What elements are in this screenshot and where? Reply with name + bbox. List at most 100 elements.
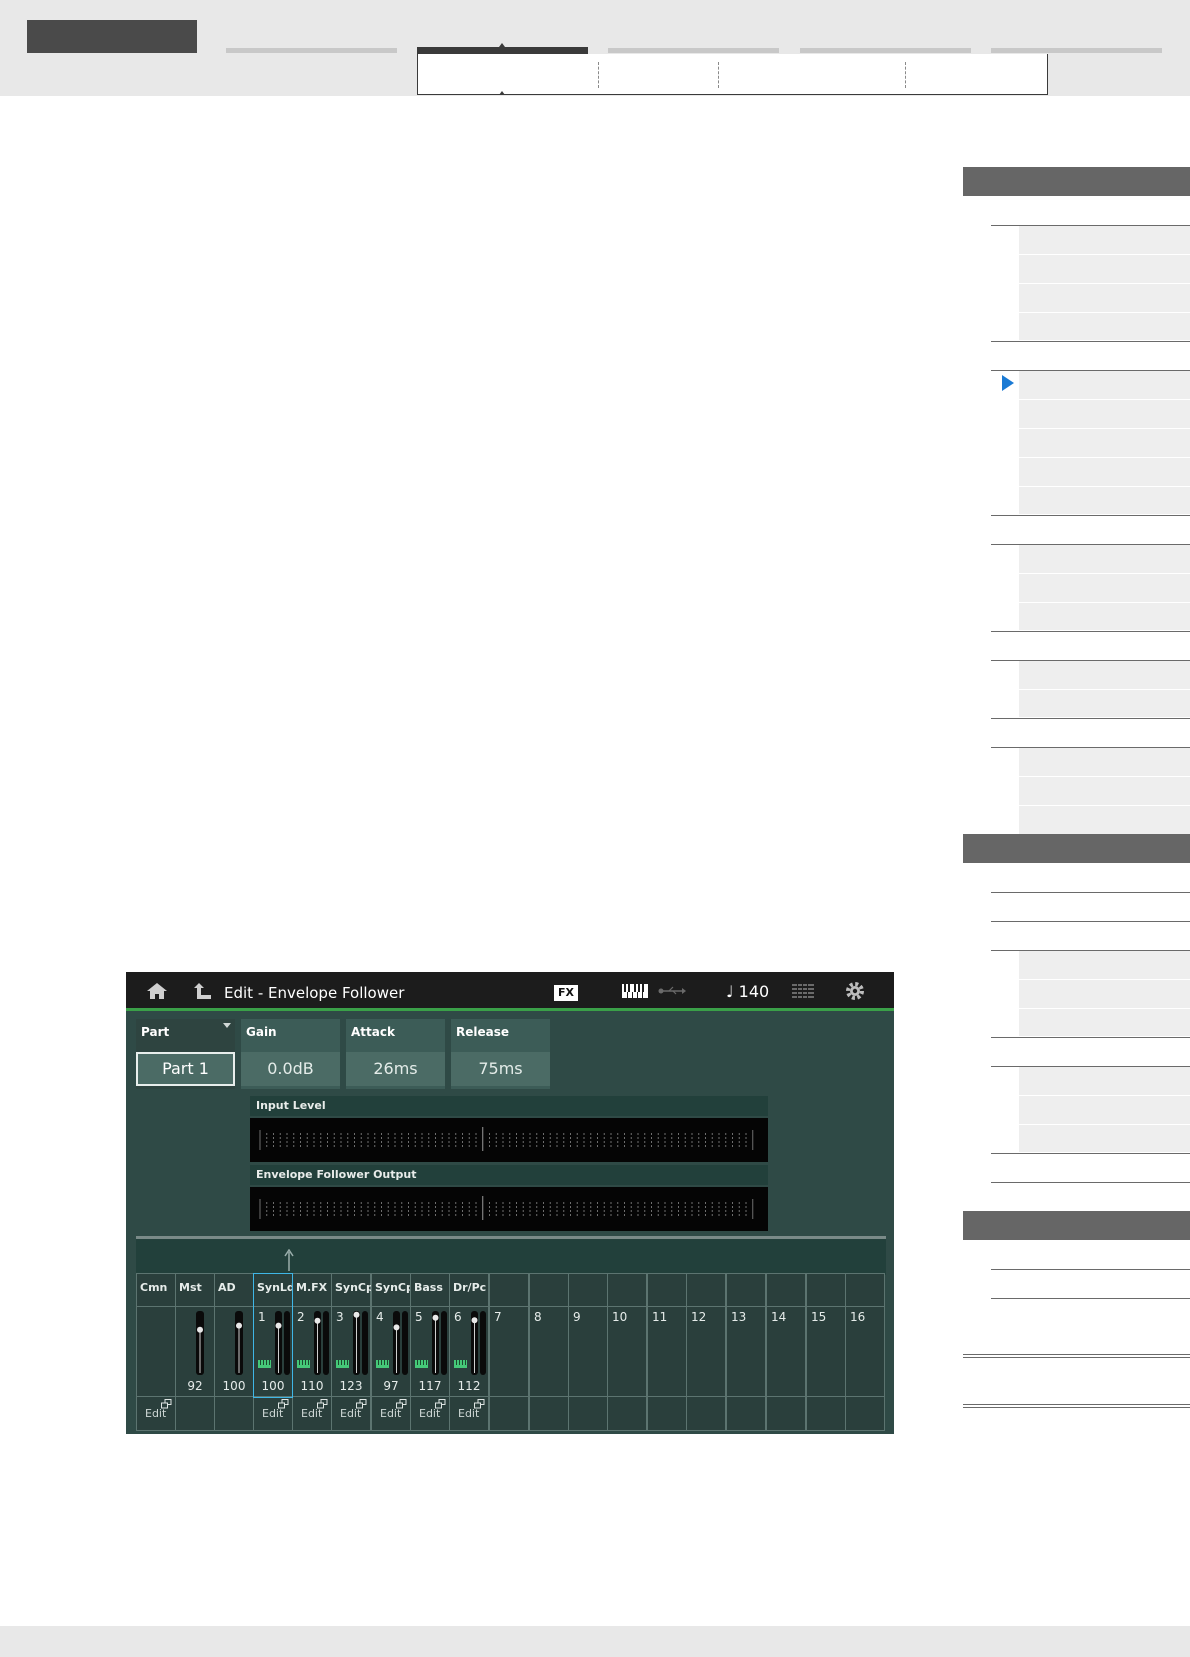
- grid-icon[interactable]: [792, 984, 814, 998]
- mixer-fader-cell[interactable]: 9: [568, 1306, 608, 1397]
- sidebar-subitem[interactable]: [1019, 1096, 1190, 1125]
- sidebar-subitem[interactable]: [1019, 313, 1190, 341]
- mixer-edit-cell[interactable]: Edit: [136, 1396, 176, 1431]
- sidebar-subitem[interactable]: [1019, 748, 1190, 777]
- sidebar-item[interactable]: [991, 631, 1190, 632]
- sidebar-subitem[interactable]: [1019, 429, 1190, 458]
- sidebar-item[interactable]: [991, 1153, 1190, 1154]
- sidebar-subitem[interactable]: [1019, 255, 1190, 284]
- gain-parameter[interactable]: Gain 0.0dB: [241, 1019, 340, 1089]
- mixer-label-cell[interactable]: SynCp: [331, 1273, 374, 1307]
- sidebar-subitem[interactable]: [1019, 951, 1190, 980]
- mixer-label-cell[interactable]: Cmn: [136, 1273, 176, 1307]
- sidebar-item[interactable]: [991, 1182, 1190, 1183]
- mixer-fader-cell[interactable]: 6 112: [449, 1306, 489, 1397]
- sidebar-item[interactable]: [991, 921, 1190, 922]
- sidebar-subitem[interactable]: [1019, 1067, 1190, 1096]
- mixer-edit-cell[interactable]: Edit: [253, 1396, 293, 1431]
- header-tab-4[interactable]: [800, 48, 971, 53]
- sidebar-subitem[interactable]: [1019, 458, 1190, 487]
- sidebar-item[interactable]: [991, 1298, 1190, 1299]
- sidebar-subitem[interactable]: [1019, 574, 1190, 603]
- mixer-fader-cell[interactable]: 14: [766, 1306, 806, 1397]
- ad-volume-fader[interactable]: [227, 1311, 251, 1375]
- back-icon[interactable]: [194, 982, 212, 1000]
- attack-parameter[interactable]: Attack 26ms: [346, 1019, 445, 1089]
- tempo-display[interactable]: ♩ 140: [726, 982, 769, 1001]
- mixer-fader-cell[interactable]: 3 123: [331, 1306, 371, 1397]
- part-number: 10: [612, 1310, 628, 1324]
- mixer-fader-cell[interactable]: 13: [726, 1306, 766, 1397]
- sidebar-item[interactable]: [991, 1269, 1190, 1270]
- part-value[interactable]: Part 1: [136, 1052, 235, 1086]
- sidebar-subitem[interactable]: [1019, 603, 1190, 631]
- sidebar-subitem[interactable]: [1019, 661, 1190, 690]
- gain-value[interactable]: 0.0dB: [241, 1052, 340, 1086]
- sidebar-subitem[interactable]: [1019, 1009, 1190, 1037]
- mixer-fader-cell[interactable]: 5 117: [410, 1306, 450, 1397]
- sidebar-subitem[interactable]: [1019, 690, 1190, 718]
- sidebar-item[interactable]: [991, 1037, 1190, 1038]
- envelope-output-scale: [259, 1196, 754, 1220]
- sidebar-item[interactable]: [991, 892, 1190, 893]
- part-selector[interactable]: Part Part 1: [136, 1019, 235, 1089]
- mixer-label-cell[interactable]: M.FX: [292, 1273, 332, 1307]
- sidebar-subitem[interactable]: [1019, 806, 1190, 835]
- mixer-edit-cell[interactable]: Edit: [410, 1396, 450, 1431]
- mixer-edit-cell[interactable]: Edit: [292, 1396, 332, 1431]
- gear-icon[interactable]: [845, 981, 865, 1001]
- header-tab-1[interactable]: [226, 48, 397, 53]
- sidebar-subitem[interactable]: [1019, 980, 1190, 1009]
- mixer-edit-cell[interactable]: Edit: [371, 1396, 411, 1431]
- sidebar-subitem[interactable]: [1019, 226, 1190, 255]
- sidebar-subitem[interactable]: [1019, 487, 1190, 515]
- mixer-edit-cell[interactable]: Edit: [331, 1396, 371, 1431]
- part-volume-fader[interactable]: [332, 1311, 370, 1375]
- release-parameter[interactable]: Release 75ms: [451, 1019, 550, 1089]
- sidebar-item[interactable]: [991, 515, 1190, 516]
- chevron-down-icon[interactable]: [223, 1023, 231, 1028]
- attack-value[interactable]: 26ms: [346, 1052, 445, 1086]
- release-value[interactable]: 75ms: [451, 1052, 550, 1086]
- mixer-fader-cell[interactable]: 7: [489, 1306, 529, 1397]
- mixer-fader-cell[interactable]: 92: [175, 1306, 215, 1397]
- mixer-edit-cell[interactable]: Edit: [449, 1396, 489, 1431]
- mixer-fader-cell[interactable]: 12: [686, 1306, 726, 1397]
- mixer-fader-cell[interactable]: 4 97: [371, 1306, 411, 1397]
- master-volume-fader[interactable]: [188, 1311, 212, 1375]
- sidebar-subitem-current[interactable]: [1019, 371, 1190, 400]
- mixer-label-cell[interactable]: Bass: [410, 1273, 450, 1307]
- sidebar-subitem[interactable]: [1019, 284, 1190, 313]
- mixer-label-cell[interactable]: Dr/Pc: [449, 1273, 489, 1307]
- sidebar-subitem[interactable]: [1019, 400, 1190, 429]
- envelope-output-bar: [250, 1187, 768, 1231]
- mixer-fader-cell[interactable]: 2 110: [292, 1306, 332, 1397]
- sidebar-subitem[interactable]: [1019, 1125, 1190, 1153]
- mixer-label-cell[interactable]: AD: [214, 1273, 254, 1307]
- part-name-label: SynCp: [375, 1281, 414, 1294]
- active-tab-caret-icon: [499, 43, 505, 47]
- sidebar-item[interactable]: [991, 718, 1190, 719]
- mixer-fader-cell[interactable]: 10: [607, 1306, 647, 1397]
- sidebar-subitem[interactable]: [1019, 545, 1190, 574]
- mixer-label-cell[interactable]: Mst: [175, 1273, 215, 1307]
- sidebar-item[interactable]: [991, 341, 1190, 342]
- header-tab-3[interactable]: [608, 48, 779, 53]
- fx-badge[interactable]: FX: [554, 985, 578, 1001]
- part-volume-fader[interactable]: [411, 1311, 449, 1375]
- mixer-fader-cell[interactable]: 16: [845, 1306, 885, 1397]
- mixer-fader-cell[interactable]: 100: [214, 1306, 254, 1397]
- mixer-edit-cell: [175, 1396, 215, 1431]
- mixer-label-cell[interactable]: SynCp: [371, 1273, 414, 1307]
- part-volume-fader[interactable]: [372, 1311, 410, 1375]
- fader-knob: [236, 1322, 242, 1329]
- sidebar-subitem[interactable]: [1019, 777, 1190, 806]
- mixer-label-cell: [726, 1273, 766, 1307]
- part-volume-fader[interactable]: [293, 1311, 331, 1375]
- mixer-fader-cell[interactable]: 8: [529, 1306, 569, 1397]
- mixer-fader-cell[interactable]: 15: [806, 1306, 846, 1397]
- home-icon[interactable]: [146, 982, 168, 1000]
- header-tab-active[interactable]: [417, 47, 588, 54]
- part-volume-fader[interactable]: [450, 1311, 488, 1375]
- mixer-fader-cell[interactable]: 11: [647, 1306, 687, 1397]
